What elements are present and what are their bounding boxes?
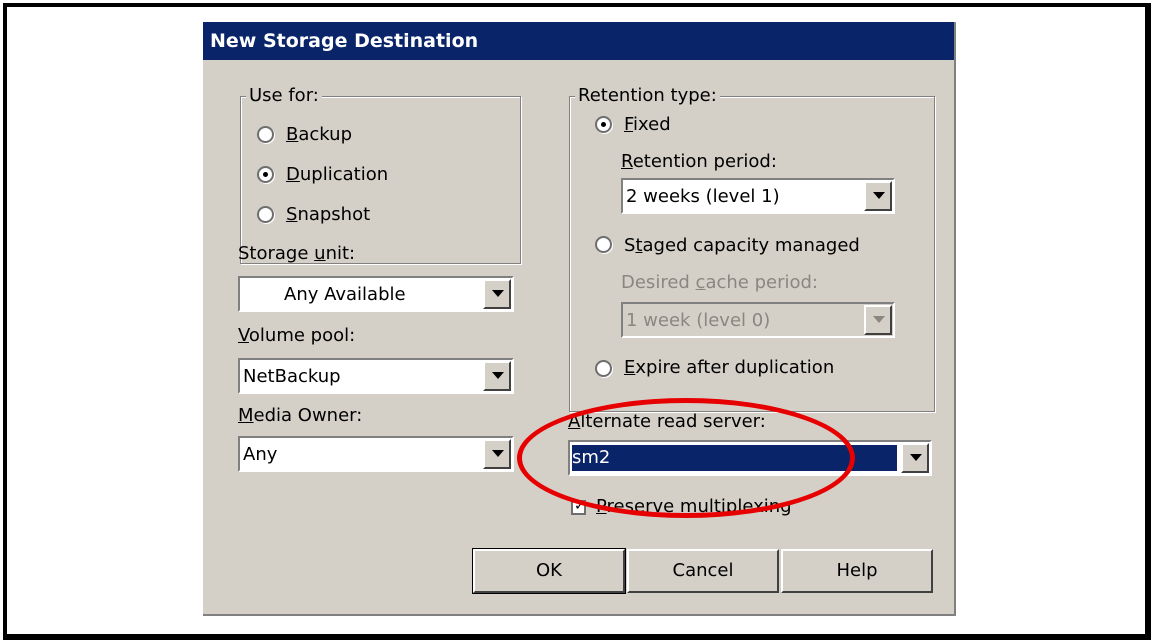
expire-after-duplication-radio[interactable] xyxy=(595,360,612,377)
volume-pool-dropdown-button[interactable] xyxy=(483,361,511,391)
chevron-down-icon xyxy=(492,372,504,379)
media-owner-dropdown-button[interactable] xyxy=(483,439,511,469)
chevron-down-icon xyxy=(873,192,885,199)
snapshot-radio[interactable] xyxy=(257,206,274,223)
storage-unit-combo[interactable]: Any Available xyxy=(238,276,514,312)
radio-selected-dot xyxy=(601,122,606,127)
duplication-radio[interactable] xyxy=(257,166,274,183)
chevron-down-icon xyxy=(492,290,504,297)
expire-after-duplication-label[interactable]: Expire after duplication xyxy=(624,357,834,379)
media-owner-combo[interactable]: Any xyxy=(238,436,514,472)
backup-label[interactable]: Backup xyxy=(286,124,352,146)
storage-unit-value: Any Available xyxy=(284,284,406,305)
retention-period-combo[interactable]: 2 weeks (level 1) xyxy=(621,178,895,214)
ok-button[interactable]: OK xyxy=(472,548,626,594)
duplication-label[interactable]: Duplication xyxy=(286,164,388,186)
use-for-legend: Use for: xyxy=(246,85,322,107)
media-owner-label: Media Owner: xyxy=(238,405,363,426)
volume-pool-label: Volume pool: xyxy=(238,325,356,346)
chevron-down-icon xyxy=(873,316,885,323)
media-owner-value: Any xyxy=(243,444,278,465)
chevron-down-icon xyxy=(910,454,922,461)
title-bar: New Storage Destination xyxy=(203,22,954,60)
volume-pool-value: NetBackup xyxy=(243,366,341,387)
snapshot-label[interactable]: Snapshot xyxy=(286,204,370,226)
chevron-down-icon xyxy=(492,450,504,457)
retention-period-label: Retention period: xyxy=(621,151,777,172)
retention-period-value: 2 weeks (level 1) xyxy=(626,186,780,207)
help-button[interactable]: Help xyxy=(781,549,933,593)
fixed-radio[interactable] xyxy=(595,116,612,133)
desired-cache-period-value: 1 week (level 0) xyxy=(626,310,771,331)
retention-type-legend: Retention type: xyxy=(575,85,720,107)
radio-selected-dot xyxy=(263,172,268,177)
retention-period-dropdown-button[interactable] xyxy=(864,181,892,211)
staged-capacity-radio[interactable] xyxy=(595,236,612,253)
cancel-button[interactable]: Cancel xyxy=(627,549,779,593)
fixed-label[interactable]: Fixed xyxy=(624,114,671,136)
alternate-read-server-dropdown-button[interactable] xyxy=(901,443,929,473)
highlight-ellipse xyxy=(517,398,855,518)
desired-cache-period-combo: 1 week (level 0) xyxy=(621,302,895,338)
storage-unit-dropdown-button[interactable] xyxy=(483,279,511,309)
staged-capacity-label[interactable]: Staged capacity managed xyxy=(624,235,860,257)
desired-cache-period-dropdown-button xyxy=(864,305,892,335)
desired-cache-period-label: Desired cache period: xyxy=(621,272,818,293)
dialog-title: New Storage Destination xyxy=(210,30,479,52)
volume-pool-combo[interactable]: NetBackup xyxy=(238,358,514,394)
storage-unit-label: Storage unit: xyxy=(238,243,356,264)
backup-radio[interactable] xyxy=(257,126,274,143)
new-storage-destination-dialog: New Storage Destination Use for: Backup … xyxy=(203,22,956,616)
